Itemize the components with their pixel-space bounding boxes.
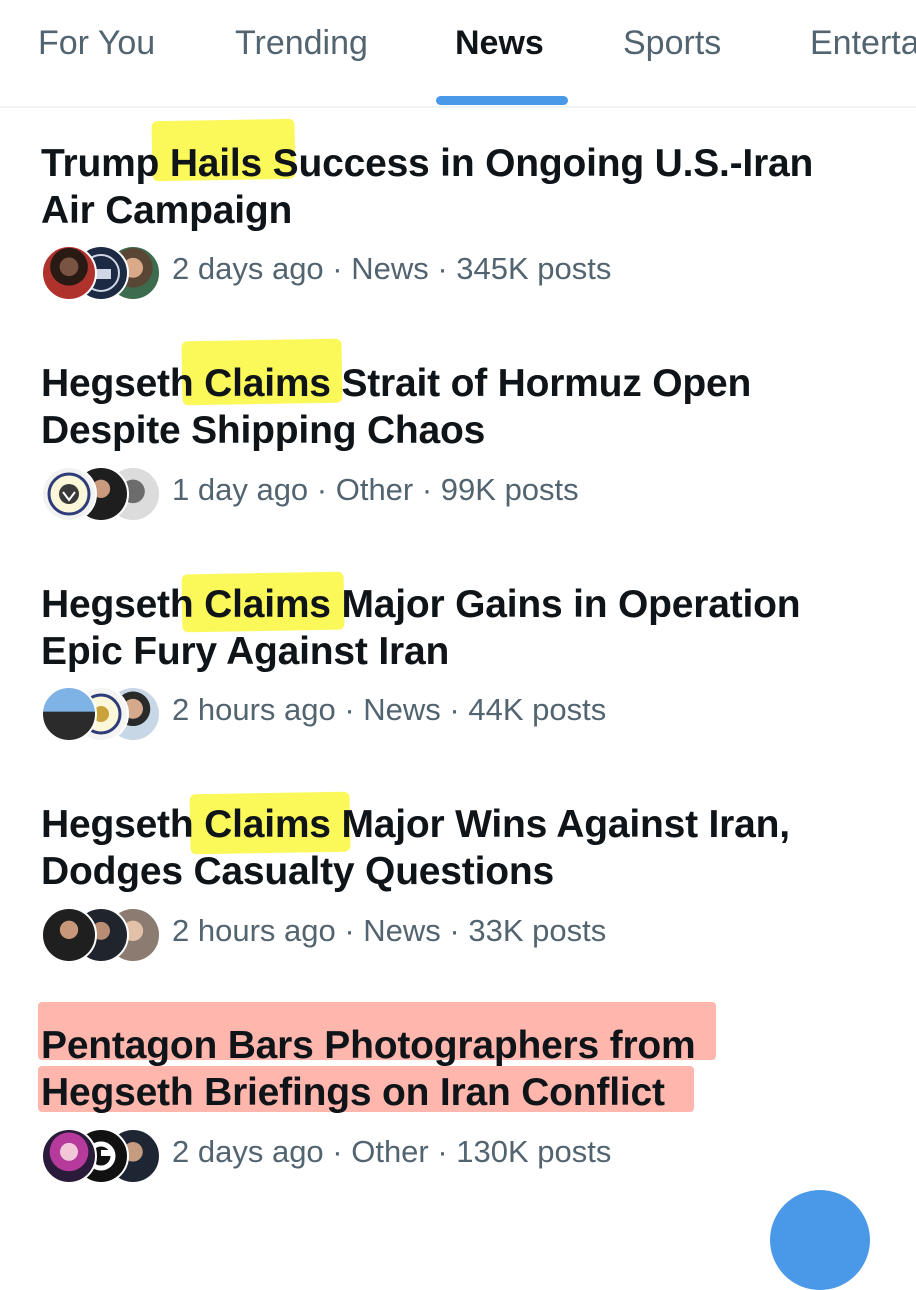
headline-text: Air Campaign (41, 189, 293, 232)
trend-meta: 1 day ago · Other · 99K posts (172, 472, 579, 507)
trend-meta: 2 hours ago · News · 33K posts (172, 913, 607, 948)
headline-text: Despite Shipping Chaos (41, 409, 486, 452)
tab-for-you[interactable]: For You (38, 24, 155, 63)
avatar-group (41, 243, 161, 301)
headline-text: Dodges Casualty Questions (41, 850, 554, 893)
tab-news[interactable]: News (455, 24, 544, 63)
trend-meta: 2 days ago · Other · 130K posts (172, 1134, 612, 1169)
person-avatar (41, 245, 97, 301)
headline-text: Strait of Hormuz Open (330, 362, 752, 405)
headline-text: Success in Ongoing U.S.-Iran (262, 142, 814, 185)
headline-text: Major Gains in Operation (330, 583, 801, 626)
avatar-group (41, 464, 161, 522)
tab-entertainment[interactable]: Enterta (810, 24, 916, 63)
illustrated-person-avatar (41, 1128, 97, 1184)
headline-text: Pentagon Bars Photographers from (41, 1024, 696, 1067)
trend-item[interactable]: Hegseth Claims Strait of Hormuz Open Des… (0, 338, 916, 522)
headline-text: Hegseth (41, 803, 205, 846)
trend-meta: 2 hours ago · News · 44K posts (172, 692, 607, 727)
trend-headline: Trump Hails Success in Ongoing U.S.-Iran… (41, 140, 891, 234)
avatar-group (41, 1126, 161, 1184)
trend-item[interactable]: Pentagon Bars Photographers from Hegseth… (0, 1002, 916, 1192)
tab-sports[interactable]: Sports (623, 24, 721, 63)
trend-headline: Hegseth Claims Strait of Hormuz Open Des… (41, 360, 891, 454)
avatar-group (41, 905, 161, 963)
trend-meta: 2 days ago · News · 345K posts (172, 251, 612, 286)
seal-avatar (41, 466, 97, 522)
headline-text: Hegseth (41, 583, 205, 626)
floating-action-button[interactable] (770, 1190, 870, 1290)
headline-highlighted-text: Claims (204, 803, 331, 846)
headline-text: Hegseth Briefings on Iran Conflict (41, 1071, 665, 1114)
trend-headline: Hegseth Claims Major Gains in Operation … (41, 581, 891, 675)
trend-headline: Pentagon Bars Photographers from Hegseth… (41, 1022, 891, 1116)
headline-highlighted-text: Claims (204, 362, 331, 405)
tab-bar: For You Trending News Sports Enterta (0, 0, 916, 108)
headline-text: Hegseth (41, 362, 205, 405)
headline-text: Trump (41, 142, 170, 185)
avatar-group (41, 684, 161, 742)
trend-headline: Hegseth Claims Major Wins Against Iran, … (41, 801, 891, 895)
trend-item[interactable]: Trump Hails Success in Ongoing U.S.-Iran… (0, 118, 916, 301)
person-avatar (41, 686, 97, 742)
headline-text: Major Wins Against Iran, (330, 803, 790, 846)
person-avatar (41, 907, 97, 963)
tab-trending[interactable]: Trending (235, 24, 368, 63)
trend-item[interactable]: Hegseth Claims Major Gains in Operation … (0, 571, 916, 742)
headline-highlighted-text: Claims (204, 583, 331, 626)
trend-item[interactable]: Hegseth Claims Major Wins Against Iran, … (0, 791, 916, 963)
headline-highlighted-text: Hails (169, 142, 263, 185)
active-tab-indicator (436, 96, 568, 105)
headline-text: Epic Fury Against Iran (41, 630, 450, 673)
